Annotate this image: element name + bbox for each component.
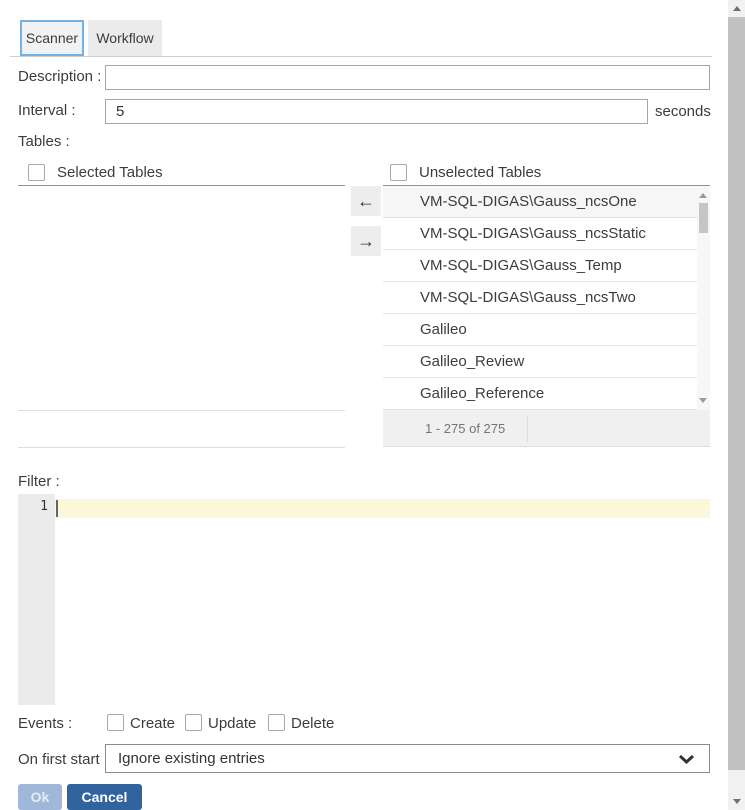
- page-scrollbar[interactable]: [728, 0, 745, 810]
- table-row[interactable]: VM-SQL-DIGAS\Gauss_ncsStatic: [383, 218, 710, 250]
- chevron-down-icon: [678, 752, 695, 770]
- update-checkbox[interactable]: [185, 714, 202, 731]
- tabbar-divider: [10, 56, 712, 57]
- page-scrollbar-thumb[interactable]: [728, 17, 745, 770]
- table-list-scrollbar-thumb[interactable]: [699, 203, 708, 233]
- arrow-left-icon: ←: [357, 191, 375, 212]
- on-first-start-value: Ignore existing entries: [118, 750, 265, 767]
- events-label: Events :: [18, 715, 72, 732]
- tab-scanner[interactable]: Scanner: [20, 20, 84, 56]
- arrow-right-icon: →: [357, 231, 375, 252]
- table-row[interactable]: Galileo_Review: [383, 346, 710, 378]
- scanner-dialog: Scanner Workflow Description : Interval …: [0, 0, 745, 810]
- table-row[interactable]: Galileo: [383, 314, 710, 346]
- table-row[interactable]: VM-SQL-DIGAS\Gauss_ncsOne: [383, 186, 710, 218]
- table-row[interactable]: Galileo_Reference: [383, 378, 710, 410]
- footer-divider: [527, 415, 528, 442]
- move-to-selected-button[interactable]: ←: [351, 186, 381, 216]
- filter-editor-gutter: 1: [18, 494, 55, 705]
- table-row[interactable]: VM-SQL-DIGAS\Gauss_ncsTwo: [383, 282, 710, 314]
- selected-tables-footer-divider: [18, 447, 345, 448]
- page-scroll-down-icon[interactable]: [728, 793, 745, 810]
- text-cursor: [56, 500, 58, 517]
- scroll-down-icon[interactable]: [699, 398, 707, 403]
- filter-editor[interactable]: [55, 494, 710, 705]
- tables-label: Tables :: [18, 133, 70, 150]
- on-first-start-select[interactable]: Ignore existing entries: [105, 744, 710, 773]
- unselected-tables-header: Unselected Tables: [419, 164, 541, 181]
- cancel-button[interactable]: Cancel: [67, 784, 142, 810]
- delete-checkbox[interactable]: [268, 714, 285, 731]
- filter-label: Filter :: [18, 473, 60, 490]
- selected-tables-select-all-checkbox[interactable]: [28, 164, 45, 181]
- selected-tables-header: Selected Tables: [57, 164, 163, 181]
- update-checkbox-label: Update: [208, 715, 256, 732]
- filter-editor-active-line: [55, 499, 710, 518]
- move-to-unselected-button[interactable]: →: [351, 226, 381, 256]
- selected-tables-header-divider: [18, 185, 345, 186]
- description-label: Description :: [18, 68, 101, 85]
- scroll-up-icon[interactable]: [699, 193, 707, 198]
- description-input[interactable]: [105, 65, 710, 90]
- page-scroll-up-icon[interactable]: [728, 0, 745, 17]
- selected-tables-body-divider: [18, 410, 345, 411]
- ok-button[interactable]: Ok: [18, 784, 62, 810]
- pagination-label: 1 - 275 of 275: [425, 410, 505, 446]
- tab-workflow[interactable]: Workflow: [88, 20, 162, 56]
- interval-input[interactable]: [105, 99, 648, 124]
- unselected-tables-select-all-checkbox[interactable]: [390, 164, 407, 181]
- table-list-scrollbar[interactable]: [697, 186, 710, 410]
- table-list-footer: 1 - 275 of 275: [383, 410, 710, 447]
- interval-label: Interval :: [18, 102, 76, 119]
- line-number: 1: [40, 499, 48, 514]
- interval-unit-label: seconds: [655, 103, 711, 120]
- delete-checkbox-label: Delete: [291, 715, 334, 732]
- on-first-start-label: On first start :: [18, 751, 108, 768]
- create-checkbox-label: Create: [130, 715, 175, 732]
- create-checkbox[interactable]: [107, 714, 124, 731]
- table-row[interactable]: VM-SQL-DIGAS\Gauss_Temp: [383, 250, 710, 282]
